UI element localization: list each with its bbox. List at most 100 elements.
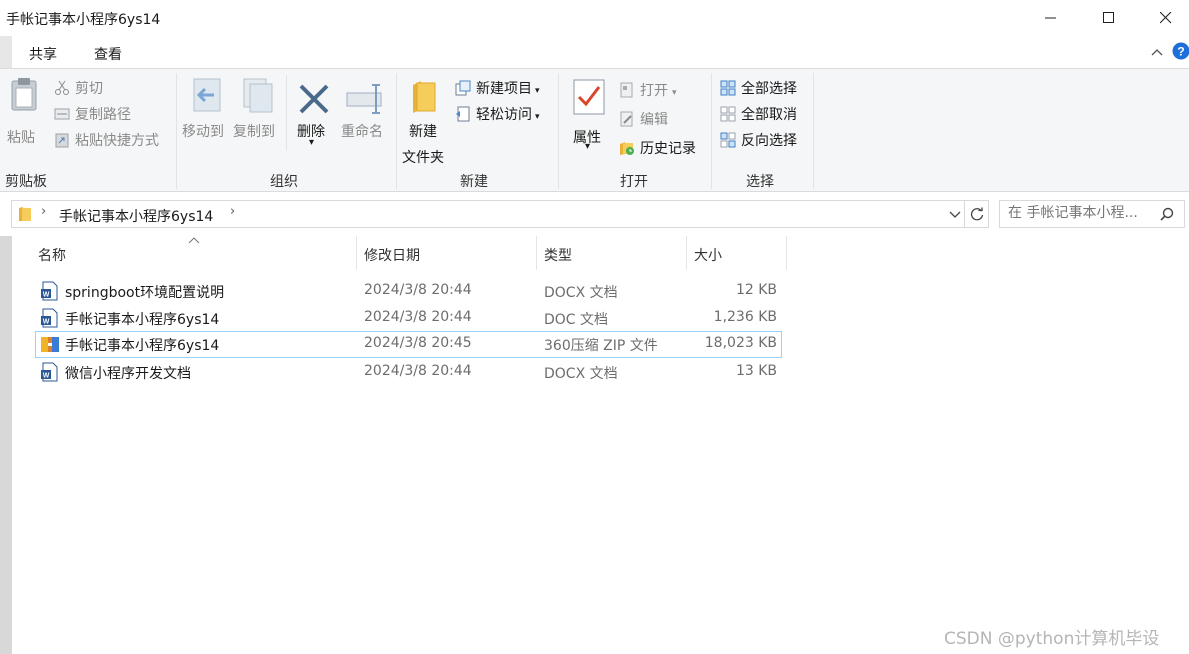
zip-archive-icon bbox=[41, 337, 59, 352]
copy-path-button[interactable]: 复制路径 bbox=[54, 104, 131, 124]
group-divider bbox=[286, 75, 287, 151]
open-icon bbox=[620, 82, 633, 98]
new-folder-icon bbox=[413, 81, 436, 113]
maximize-button[interactable] bbox=[1080, 0, 1138, 36]
search-icon bbox=[1160, 207, 1174, 221]
edit-button[interactable]: 编辑 bbox=[619, 109, 668, 129]
navigation-pane-scrollbar[interactable] bbox=[0, 236, 12, 654]
tab-share[interactable]: 共享 bbox=[29, 44, 57, 64]
folder-icon bbox=[19, 207, 31, 221]
copy-to-icon bbox=[243, 78, 273, 113]
select-none-icon bbox=[720, 106, 736, 122]
invert-selection-button[interactable]: 反向选择 bbox=[720, 130, 797, 150]
column-divider[interactable] bbox=[536, 236, 537, 270]
close-icon bbox=[1160, 12, 1172, 24]
select-all-button[interactable]: 全部选择 bbox=[720, 78, 797, 98]
select-all-label: 全部选择 bbox=[741, 81, 797, 97]
collapse-ribbon-icon[interactable] bbox=[1151, 47, 1163, 57]
file-date: 2024/3/8 20:44 bbox=[364, 282, 472, 298]
group-divider bbox=[558, 73, 559, 189]
refresh-icon bbox=[970, 207, 983, 221]
chevron-down-icon: ▾ bbox=[535, 112, 540, 122]
new-folder-label-line1: 新建 bbox=[409, 124, 437, 140]
cut-label: 剪切 bbox=[75, 81, 103, 97]
column-header-date[interactable]: 修改日期 bbox=[364, 245, 420, 265]
new-folder-label-line2: 文件夹 bbox=[402, 150, 444, 166]
file-row[interactable]: W 手帐记事本小程序6ys14 2024/3/8 20:44 DOC 文档 1,… bbox=[35, 305, 782, 332]
copy-to-button[interactable]: 复制到 bbox=[232, 75, 280, 150]
open-group-label: 打开 bbox=[620, 174, 648, 190]
select-none-button[interactable]: 全部取消 bbox=[720, 104, 797, 124]
breadcrumb-chevron-icon[interactable]: › bbox=[230, 204, 235, 219]
address-bar[interactable]: › 手帐记事本小程序6ys14 › bbox=[11, 200, 965, 228]
maximize-icon bbox=[1103, 12, 1114, 23]
address-bar-row: › 手帐记事本小程序6ys14 › bbox=[0, 192, 1189, 236]
clipboard-group-label: 剪贴板 bbox=[5, 174, 47, 190]
move-to-icon bbox=[193, 78, 221, 112]
file-size: 12 KB bbox=[735, 282, 777, 298]
file-type: DOCX 文档 bbox=[544, 285, 618, 301]
rename-button[interactable]: 重命名 bbox=[340, 75, 390, 150]
file-row-selected[interactable]: 手帐记事本小程序6ys14 2024/3/8 20:45 360压缩 ZIP 文… bbox=[35, 331, 782, 358]
rename-icon bbox=[346, 84, 382, 114]
open-button[interactable]: 打开 ▾ bbox=[619, 80, 677, 100]
breadcrumb-chevron-icon[interactable]: › bbox=[41, 204, 46, 219]
move-to-label: 移动到 bbox=[182, 124, 224, 140]
close-button[interactable] bbox=[1137, 0, 1189, 36]
properties-checkmark-icon bbox=[573, 79, 605, 115]
properties-button[interactable]: 属性 ▾ bbox=[566, 75, 612, 155]
rename-label: 重命名 bbox=[341, 124, 383, 140]
new-item-icon bbox=[455, 80, 471, 96]
select-all-icon bbox=[720, 80, 736, 96]
svg-text:W: W bbox=[43, 373, 50, 380]
organize-group-label: 组织 bbox=[270, 174, 298, 190]
file-date: 2024/3/8 20:44 bbox=[364, 309, 472, 325]
column-header-row: 名称 修改日期 类型 大小 bbox=[12, 236, 1189, 270]
copy-path-icon bbox=[54, 108, 70, 120]
ribbon: 粘贴 剪切 复制路径 粘贴快捷方式 剪贴板 移动到 复制到 删除 ▾ 重命名 组… bbox=[0, 68, 1189, 192]
move-to-button[interactable]: 移动到 bbox=[182, 75, 230, 150]
file-type: DOCX 文档 bbox=[544, 366, 618, 382]
paste-shortcut-label: 粘贴快捷方式 bbox=[75, 133, 159, 149]
minimize-button[interactable] bbox=[1022, 0, 1080, 36]
easy-access-button[interactable]: 轻松访问 ▾ bbox=[455, 104, 540, 124]
svg-text:W: W bbox=[43, 319, 50, 326]
paste-shortcut-icon bbox=[55, 133, 69, 148]
breadcrumb-current-folder[interactable]: 手帐记事本小程序6ys14 bbox=[59, 206, 213, 226]
cut-button[interactable]: 剪切 bbox=[54, 78, 103, 98]
clipboard-paste-icon bbox=[11, 78, 37, 111]
new-item-button[interactable]: 新建项目 ▾ bbox=[455, 78, 540, 98]
tab-view[interactable]: 查看 bbox=[94, 44, 122, 64]
help-icon[interactable]: ? bbox=[1172, 42, 1189, 60]
new-group-label: 新建 bbox=[460, 174, 488, 190]
address-history-dropdown-icon[interactable] bbox=[949, 211, 961, 219]
group-divider bbox=[813, 73, 814, 189]
file-row[interactable]: W springboot环境配置说明 2024/3/8 20:44 DOCX 文… bbox=[35, 278, 782, 305]
history-label: 历史记录 bbox=[640, 141, 696, 157]
minimize-icon bbox=[1045, 17, 1056, 19]
column-divider[interactable] bbox=[686, 236, 687, 270]
window-title: 手帐记事本小程序6ys14 bbox=[6, 12, 161, 28]
history-button[interactable]: 历史记录 bbox=[619, 138, 696, 158]
column-header-name[interactable]: 名称 bbox=[38, 245, 66, 265]
delete-x-icon bbox=[299, 84, 329, 114]
new-folder-button[interactable]: 新建 文件夹 bbox=[401, 75, 451, 166]
file-row[interactable]: W 微信小程序开发文档 2024/3/8 20:44 DOCX 文档 13 KB bbox=[35, 359, 782, 386]
column-header-type[interactable]: 类型 bbox=[544, 245, 572, 265]
word-doc-icon: W bbox=[41, 281, 58, 301]
paste-shortcut-button[interactable]: 粘贴快捷方式 bbox=[54, 130, 159, 150]
search-input[interactable] bbox=[1008, 205, 1158, 221]
select-group-label: 选择 bbox=[746, 174, 774, 190]
paste-button[interactable]: 粘贴 bbox=[4, 75, 44, 146]
file-name: 微信小程序开发文档 bbox=[65, 366, 191, 382]
file-date: 2024/3/8 20:44 bbox=[364, 363, 472, 379]
column-header-size[interactable]: 大小 bbox=[694, 245, 722, 265]
refresh-button[interactable] bbox=[965, 200, 989, 228]
easy-access-icon bbox=[456, 106, 470, 122]
delete-button[interactable]: 删除 ▾ bbox=[294, 75, 334, 150]
search-box[interactable] bbox=[999, 200, 1185, 228]
scissors-icon bbox=[55, 80, 69, 95]
file-tab-edge[interactable] bbox=[0, 36, 12, 68]
column-divider[interactable] bbox=[356, 236, 357, 270]
column-divider[interactable] bbox=[786, 236, 787, 270]
